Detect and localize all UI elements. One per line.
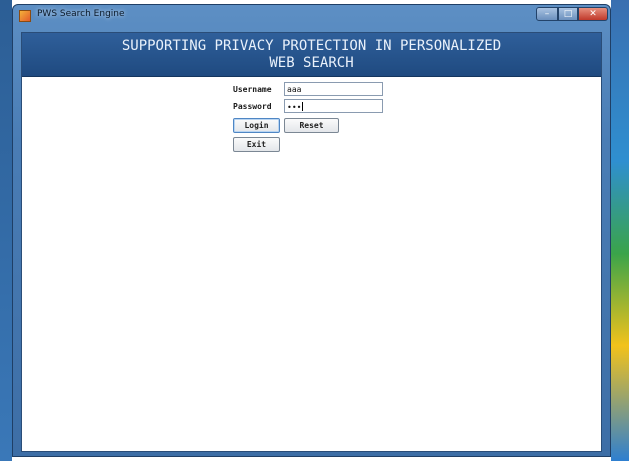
content-panel: SUPPORTING PRIVACY PROTECTION IN PERSONA… [21, 32, 602, 452]
window-title: PWS Search Engine [37, 9, 125, 19]
exit-button[interactable]: Exit [233, 137, 280, 152]
maximize-icon: □ [563, 9, 573, 19]
username-label: Username [233, 85, 272, 94]
banner-title-line1: SUPPORTING PRIVACY PROTECTION IN PERSONA… [121, 38, 502, 54]
title-bar[interactable]: PWS Search Engine – □ ✕ [13, 5, 610, 29]
minimize-button[interactable]: – [536, 7, 558, 21]
header-banner: SUPPORTING PRIVACY PROTECTION IN PERSONA… [22, 33, 601, 77]
close-icon: ✕ [589, 9, 597, 19]
username-input[interactable]: aaa [284, 82, 383, 96]
reset-button[interactable]: Reset [284, 118, 339, 133]
minimize-icon: – [544, 9, 550, 19]
close-button[interactable]: ✕ [578, 7, 608, 21]
desktop-background-right [611, 0, 629, 461]
password-label: Password [233, 102, 272, 111]
password-value: ••• [287, 103, 302, 112]
banner-title-line2: WEB SEARCH [269, 55, 354, 71]
desktop-background-left [0, 0, 12, 461]
maximize-button[interactable]: □ [558, 7, 578, 21]
app-icon [19, 10, 31, 22]
text-cursor [302, 102, 304, 111]
password-input[interactable]: ••• [284, 99, 383, 113]
username-value: aaa [287, 85, 302, 94]
app-window: PWS Search Engine – □ ✕ SUPPORTING PRIVA… [12, 4, 611, 457]
login-button[interactable]: Login [233, 118, 280, 133]
